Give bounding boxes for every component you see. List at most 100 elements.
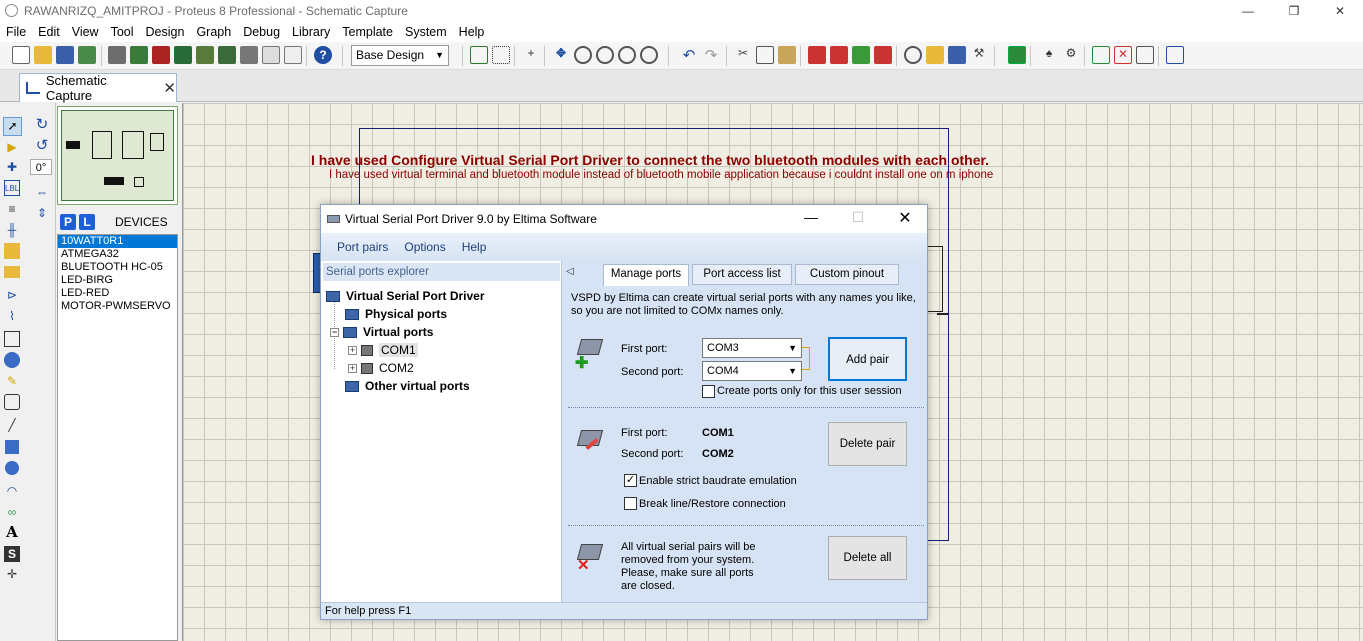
dialog-close-button[interactable]: ✕ [895, 208, 915, 228]
make-device-icon[interactable] [926, 46, 944, 64]
schematic-icon[interactable] [130, 46, 148, 64]
delete-all-button[interactable]: Delete all [828, 536, 907, 580]
paste-icon[interactable] [778, 46, 796, 64]
text-script-icon[interactable]: ≡ [4, 201, 20, 217]
box-icon[interactable] [5, 440, 19, 454]
grid-icon[interactable] [492, 46, 510, 64]
tree-item-virtual-ports[interactable]: − Virtual ports [330, 325, 433, 339]
block-rotate-icon[interactable] [852, 46, 870, 64]
zoom-all-icon[interactable] [618, 46, 636, 64]
menu-view[interactable]: View [66, 25, 105, 39]
pick-device-icon[interactable] [904, 46, 922, 64]
menu-debug[interactable]: Debug [237, 25, 286, 39]
junction-dot-icon[interactable]: ✚ [4, 159, 20, 175]
tab-custom-pinout[interactable]: Custom pinout [795, 264, 899, 285]
tree-item-com1[interactable]: + COM1 [348, 343, 418, 357]
delete-pair-button[interactable]: Delete pair [828, 422, 907, 466]
menu-dialog-help[interactable]: Help [462, 240, 487, 254]
graph-mode-icon[interactable]: ⌇ [4, 308, 20, 324]
tab-manage-ports[interactable]: Manage ports [603, 264, 689, 286]
pan-icon[interactable]: ✥ [552, 46, 570, 64]
generator-icon[interactable] [4, 352, 20, 368]
list-item[interactable]: LED-RED [58, 287, 177, 300]
tree-item-other-virtual-ports[interactable]: Other virtual ports [345, 379, 470, 393]
library-manager-button[interactable]: L [79, 213, 95, 230]
text-icon[interactable]: A [4, 524, 20, 540]
electrical-rule-check-icon[interactable] [1166, 46, 1184, 64]
pick-devices-button[interactable]: P [60, 213, 76, 230]
circle-icon[interactable] [5, 461, 19, 475]
tab-port-access-list[interactable]: Port access list [692, 264, 792, 285]
remove-sheet-icon[interactable]: ✕ [1114, 46, 1132, 64]
add-pair-button[interactable]: Add pair [828, 337, 907, 381]
virtual-instruments-icon[interactable] [4, 394, 20, 410]
block-copy-icon[interactable] [808, 46, 826, 64]
open-folder-icon[interactable] [34, 46, 52, 64]
tree-item-physical-ports[interactable]: Physical ports [345, 307, 447, 321]
tree-item-com2[interactable]: + COM2 [348, 361, 414, 375]
mirror-horizontal-icon[interactable]: ⇔ [34, 184, 50, 200]
tab-scroll-left-icon[interactable]: ◁ [566, 266, 574, 277]
dialog-minimize-button[interactable]: — [801, 209, 821, 225]
component-mode-icon[interactable]: ▶ [4, 139, 20, 155]
menu-edit[interactable]: Edit [32, 25, 66, 39]
import-icon[interactable] [78, 46, 96, 64]
design-select[interactable]: Base Design ▼ [351, 45, 449, 66]
notes-icon[interactable] [284, 46, 302, 64]
menu-template[interactable]: Template [336, 25, 399, 39]
save-icon[interactable] [56, 46, 74, 64]
decompose-icon[interactable]: ⚒ [970, 46, 988, 64]
cut-icon[interactable]: ✂ [734, 46, 752, 64]
source-icon[interactable] [240, 46, 258, 64]
close-button[interactable]: ✕ [1317, 0, 1363, 22]
wire-autorouter-icon[interactable] [1008, 46, 1026, 64]
property-tool-icon[interactable]: ⚙ [1062, 46, 1080, 64]
bom-icon[interactable] [218, 46, 236, 64]
voltage-probe-icon[interactable]: ✎ [4, 373, 20, 389]
expand-icon[interactable]: + [348, 363, 357, 373]
new-file-icon[interactable] [12, 46, 30, 64]
menu-design[interactable]: Design [140, 25, 191, 39]
collapse-icon[interactable]: − [330, 327, 339, 337]
bus-icon[interactable]: ╫ [4, 222, 20, 238]
mirror-vertical-icon[interactable]: ⇕ [34, 205, 50, 221]
pcb-icon[interactable] [152, 46, 170, 64]
strict-baudrate-checkbox[interactable]: ✓ [624, 474, 637, 487]
menu-tool[interactable]: Tool [105, 25, 140, 39]
help-icon[interactable]: ? [314, 46, 332, 64]
refresh-icon[interactable] [470, 46, 488, 64]
zoom-in-icon[interactable] [574, 46, 592, 64]
menu-file[interactable]: File [0, 25, 32, 39]
expand-icon[interactable]: + [348, 345, 357, 355]
menu-system[interactable]: System [399, 25, 453, 39]
selection-mode-icon[interactable]: ➚ [3, 117, 22, 136]
3d-icon[interactable] [196, 46, 214, 64]
home-icon[interactable] [108, 46, 126, 64]
tab-schematic-capture[interactable]: Schematic Capture ✕ [19, 73, 177, 103]
break-line-checkbox[interactable] [624, 497, 637, 510]
path-icon[interactable]: ∞ [4, 504, 20, 520]
device-list[interactable]: 10WATT0R1 ATMEGA32 BLUETOOTH HC-05 LED-B… [57, 234, 178, 641]
user-session-checkbox[interactable] [702, 385, 715, 398]
minimize-button[interactable]: — [1225, 0, 1271, 22]
overview-window[interactable] [57, 106, 178, 205]
exit-to-parent-icon[interactable] [1136, 46, 1154, 64]
block-delete-icon[interactable] [874, 46, 892, 64]
close-tab-icon[interactable]: ✕ [163, 79, 176, 97]
zoom-out-icon[interactable] [596, 46, 614, 64]
device-pins-icon[interactable]: ⊳ [4, 287, 20, 303]
gerber-icon[interactable] [174, 46, 192, 64]
list-item[interactable]: BLUETOOTH HC-05 [58, 261, 177, 274]
menu-port-pairs[interactable]: Port pairs [337, 240, 388, 254]
packaging-icon[interactable] [948, 46, 966, 64]
tree-item-vspd[interactable]: Virtual Serial Port Driver [326, 289, 485, 303]
list-item[interactable]: 10WATT0R1 [58, 235, 177, 248]
copy-icon[interactable] [756, 46, 774, 64]
rotation-field[interactable]: 0° [30, 159, 52, 175]
new-sheet-icon[interactable] [1092, 46, 1110, 64]
search-tag-icon[interactable]: ♠ [1040, 46, 1058, 64]
origin-icon[interactable]: + [522, 46, 540, 64]
design-explorer-icon[interactable] [262, 46, 280, 64]
terminals-icon[interactable] [4, 266, 20, 278]
menu-options[interactable]: Options [404, 240, 445, 254]
